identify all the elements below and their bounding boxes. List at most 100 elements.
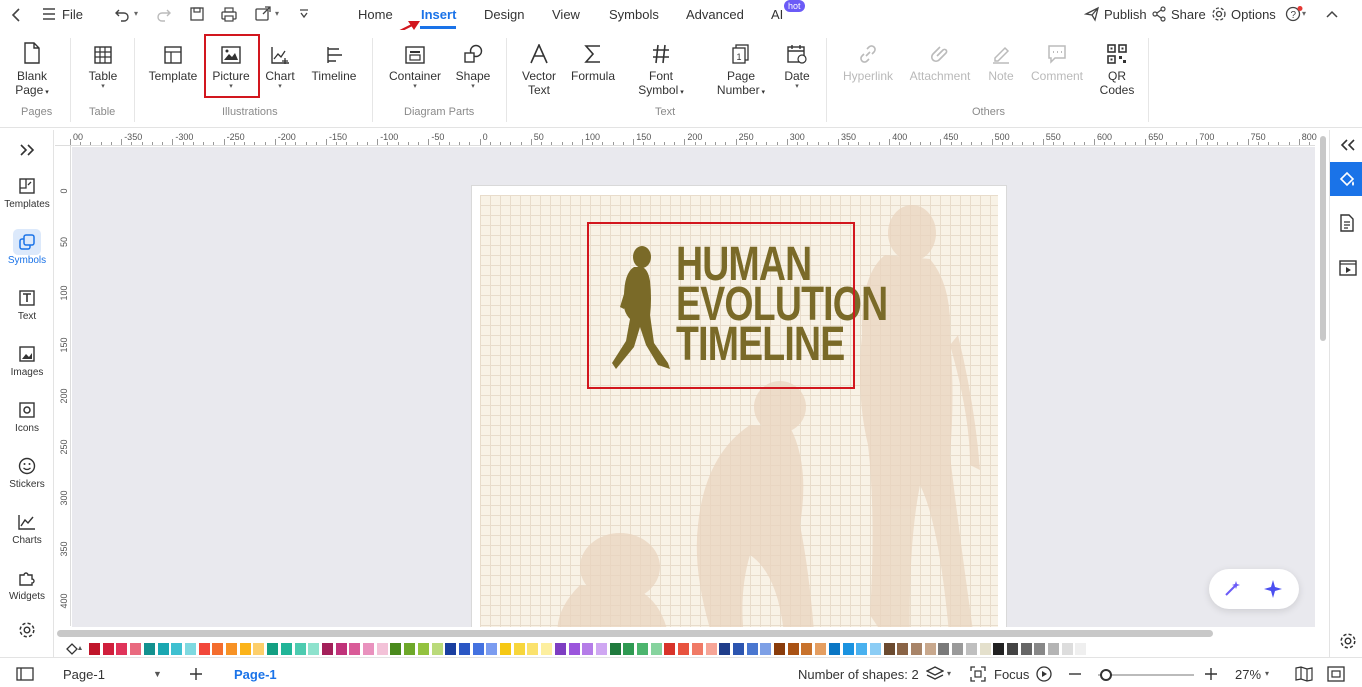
sidebar-item-text[interactable]: Text (0, 288, 54, 322)
publish-button[interactable]: Publish (1104, 7, 1147, 22)
color-swatch[interactable] (1061, 643, 1073, 655)
formula-button[interactable]: Formula (568, 40, 618, 83)
sidebar-item-symbols[interactable]: Symbols (0, 229, 54, 266)
color-swatch[interactable] (294, 643, 306, 655)
color-swatch[interactable] (376, 643, 388, 655)
color-swatch[interactable] (1034, 643, 1046, 655)
redo-icon[interactable] (156, 6, 172, 22)
fit-to-window-icon[interactable] (1327, 666, 1345, 682)
color-swatch[interactable] (116, 643, 128, 655)
color-swatch[interactable] (911, 643, 922, 655)
color-swatch[interactable] (1075, 643, 1087, 655)
color-swatch[interactable] (239, 643, 251, 655)
color-swatch[interactable] (732, 643, 744, 655)
color-swatch[interactable] (705, 643, 717, 655)
color-swatch[interactable] (212, 643, 224, 655)
vertical-scroll-thumb[interactable] (1320, 136, 1326, 341)
color-swatch[interactable] (568, 643, 580, 655)
undo-dropdown-icon[interactable]: ▾ (134, 9, 138, 18)
tab-ai[interactable]: AI (771, 7, 783, 22)
color-swatch[interactable] (746, 643, 758, 655)
zoom-slider-thumb[interactable] (1100, 669, 1112, 681)
color-swatch[interactable] (897, 643, 909, 655)
hyperlink-button[interactable]: Hyperlink (840, 40, 896, 83)
back-chevron-icon[interactable] (10, 7, 24, 23)
sidebar-item-icons[interactable]: Icons (0, 400, 54, 434)
tab-insert[interactable]: Insert (421, 7, 456, 22)
color-swatch[interactable] (609, 643, 621, 655)
color-swatch[interactable] (1006, 643, 1018, 655)
color-swatch[interactable] (664, 643, 676, 655)
color-swatch[interactable] (965, 643, 977, 655)
color-swatch[interactable] (691, 643, 703, 655)
color-swatch[interactable] (541, 643, 553, 655)
color-swatch[interactable] (513, 643, 525, 655)
settings-gear-icon[interactable] (1339, 632, 1357, 650)
gear-icon[interactable] (1211, 6, 1227, 22)
page-panel-icon[interactable] (16, 667, 34, 681)
sidebar-item-widgets[interactable]: Widgets (0, 568, 54, 602)
print-icon[interactable] (220, 6, 238, 22)
vertical-scrollbar[interactable] (1317, 130, 1329, 627)
color-swatch[interactable] (815, 643, 827, 655)
zoom-level[interactable]: 27% (1235, 667, 1261, 682)
color-swatch[interactable] (828, 643, 840, 655)
zoom-dropdown-icon[interactable]: ▾ (1265, 669, 1269, 678)
sidebar-item-images[interactable]: Images (0, 344, 54, 378)
help-dropdown-icon[interactable]: ▾ (1302, 9, 1306, 18)
play-icon[interactable] (1036, 666, 1052, 682)
options-button[interactable]: Options (1231, 7, 1276, 22)
container-button[interactable]: Container ▾ (386, 40, 444, 91)
book-view-icon[interactable] (1295, 666, 1313, 682)
color-swatch[interactable] (335, 643, 347, 655)
publish-icon[interactable] (1084, 6, 1100, 22)
fill-bucket-icon[interactable] (65, 642, 83, 656)
layers-icon[interactable] (926, 666, 944, 682)
tab-advanced[interactable]: Advanced (686, 7, 744, 22)
color-swatch[interactable] (89, 643, 100, 655)
color-swatch[interactable] (417, 643, 429, 655)
sidebar-item-charts[interactable]: Charts (0, 512, 54, 546)
qr-codes-button[interactable]: QR Codes (1098, 40, 1136, 97)
ai-sparkle-icon[interactable] (1263, 579, 1283, 599)
color-swatch[interactable] (1048, 643, 1059, 655)
table-button[interactable]: Table ▾ (84, 40, 122, 91)
color-swatch[interactable] (719, 643, 731, 655)
attachment-button[interactable]: Attachment (906, 40, 974, 83)
color-swatch[interactable] (869, 643, 881, 655)
color-swatch[interactable] (253, 643, 265, 655)
color-swatch[interactable] (842, 643, 854, 655)
comment-button[interactable]: Comment (1028, 40, 1086, 83)
color-swatch[interactable] (198, 643, 210, 655)
magic-wand-icon[interactable] (1223, 580, 1241, 598)
sidebar-item-templates[interactable]: Templates (0, 176, 54, 210)
color-swatch[interactable] (267, 643, 279, 655)
more-quick-access-icon[interactable] (298, 8, 310, 20)
color-swatch[interactable] (787, 643, 799, 655)
color-swatch[interactable] (472, 643, 484, 655)
color-swatch[interactable] (500, 643, 511, 655)
chart-button[interactable]: Chart ▾ (262, 40, 298, 91)
file-menu[interactable]: File (62, 7, 83, 22)
note-button[interactable]: Note (984, 40, 1018, 83)
zoom-slider-track[interactable] (1098, 674, 1194, 676)
color-swatch[interactable] (226, 643, 237, 655)
color-swatch[interactable] (280, 643, 292, 655)
double-chevron-left-icon[interactable] (1340, 138, 1356, 152)
add-page-icon[interactable] (189, 667, 203, 681)
color-swatch[interactable] (801, 643, 813, 655)
zoom-out-icon[interactable] (1068, 667, 1082, 681)
focus-button[interactable]: Focus (994, 667, 1029, 682)
color-swatch[interactable] (130, 643, 142, 655)
color-swatch[interactable] (760, 643, 772, 655)
color-swatch[interactable] (1020, 643, 1032, 655)
color-swatch[interactable] (143, 643, 155, 655)
color-swatch[interactable] (404, 643, 416, 655)
color-swatch[interactable] (445, 643, 457, 655)
help-icon[interactable]: ? (1285, 6, 1303, 22)
font-symbol-button[interactable]: Font Symbol ▾ (634, 40, 688, 100)
shape-button[interactable]: Shape ▾ (452, 40, 494, 91)
sidebar-item-stickers[interactable]: Stickers (0, 456, 54, 490)
color-swatch[interactable] (650, 643, 662, 655)
color-swatch[interactable] (883, 643, 895, 655)
